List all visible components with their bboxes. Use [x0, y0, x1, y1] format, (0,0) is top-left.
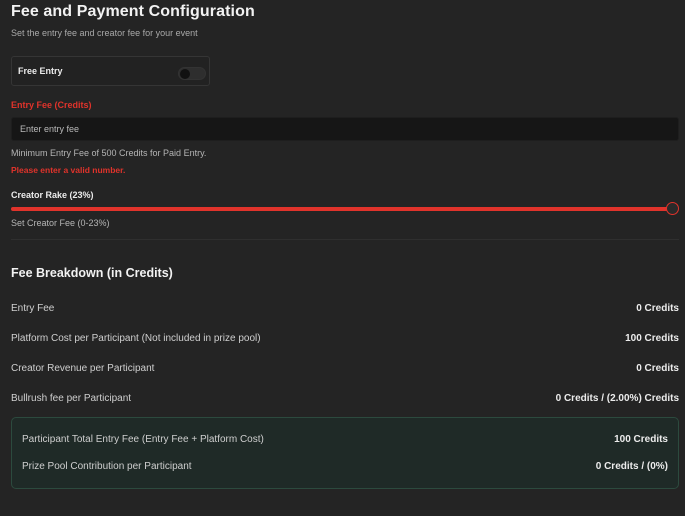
fee-payment-config-panel: Fee and Payment Configuration Set the en…: [0, 0, 685, 516]
breakdown-label: Platform Cost per Participant (Not inclu…: [11, 333, 261, 344]
breakdown-value: 0 Credits: [636, 363, 679, 374]
breakdown-row-platform-cost: Platform Cost per Participant (Not inclu…: [11, 333, 679, 347]
free-entry-card: Free Entry: [11, 56, 210, 86]
page-title: Fee and Payment Configuration: [11, 3, 255, 20]
entry-fee-minimum-note: Minimum Entry Fee of 500 Credits for Pai…: [11, 148, 207, 158]
entry-fee-input[interactable]: [11, 117, 679, 141]
summary-label: Participant Total Entry Fee (Entry Fee +…: [22, 434, 264, 445]
breakdown-value: 0 Credits / (2.00%) Credits: [555, 393, 679, 404]
free-entry-toggle[interactable]: [178, 67, 206, 80]
entry-fee-label: Entry Fee (Credits): [11, 100, 92, 110]
breakdown-row-bullrush-fee: Bullrush fee per Participant 0 Credits /…: [11, 393, 679, 407]
breakdown-value: 0 Credits: [636, 303, 679, 314]
creator-rake-slider-track[interactable]: [11, 207, 673, 211]
breakdown-row-entry-fee: Entry Fee 0 Credits: [11, 303, 679, 317]
page-subtitle: Set the entry fee and creator fee for yo…: [11, 28, 198, 38]
free-entry-label: Free Entry: [18, 66, 63, 76]
summary-row-total-entry-fee: Participant Total Entry Fee (Entry Fee +…: [22, 434, 668, 448]
section-divider: [11, 239, 679, 240]
creator-rake-label: Creator Rake (23%): [11, 190, 94, 200]
summary-value: 0 Credits / (0%): [595, 461, 668, 472]
summary-row-prize-pool: Prize Pool Contribution per Participant …: [22, 461, 668, 475]
breakdown-value: 100 Credits: [625, 333, 679, 344]
summary-value: 100 Credits: [614, 434, 668, 445]
creator-rake-help: Set Creator Fee (0-23%): [11, 218, 110, 228]
fee-summary-box: Participant Total Entry Fee (Entry Fee +…: [11, 417, 679, 489]
breakdown-label: Creator Revenue per Participant: [11, 363, 155, 374]
breakdown-label: Entry Fee: [11, 303, 55, 314]
breakdown-label: Bullrush fee per Participant: [11, 393, 132, 404]
breakdown-row-creator-revenue: Creator Revenue per Participant 0 Credit…: [11, 363, 679, 377]
entry-fee-error: Please enter a valid number.: [11, 165, 126, 175]
toggle-knob: [180, 69, 190, 79]
creator-rake-slider-thumb[interactable]: [666, 202, 679, 215]
summary-label: Prize Pool Contribution per Participant: [22, 461, 192, 472]
fee-breakdown-title: Fee Breakdown (in Credits): [11, 266, 173, 280]
